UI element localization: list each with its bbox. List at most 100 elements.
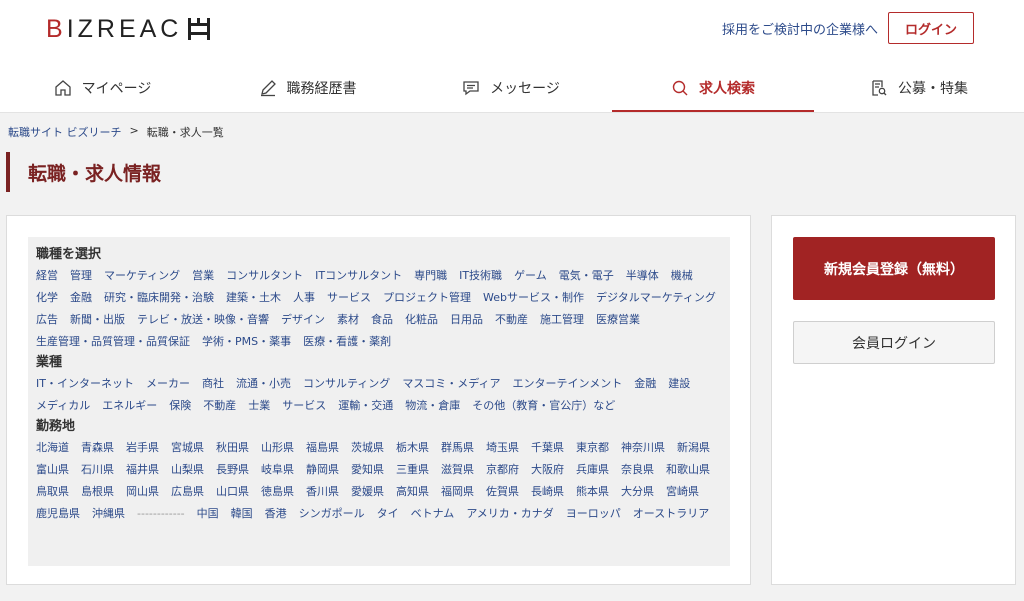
category-link[interactable]: 化粧品 bbox=[405, 309, 438, 331]
category-link[interactable]: 福岡県 bbox=[441, 481, 474, 503]
category-link[interactable]: 宮城県 bbox=[171, 437, 204, 459]
employer-link[interactable]: 採用をご検討中の企業様へ bbox=[722, 19, 878, 38]
category-link[interactable]: 山梨県 bbox=[171, 459, 204, 481]
category-link[interactable]: 大阪府 bbox=[531, 459, 564, 481]
nav-resume[interactable]: 職務経歴書 bbox=[205, 64, 410, 112]
category-link[interactable]: 香港 bbox=[265, 503, 287, 525]
category-link[interactable]: 士業 bbox=[248, 395, 270, 417]
category-link[interactable]: アメリカ・カナダ bbox=[466, 503, 553, 525]
category-link[interactable]: 神奈川県 bbox=[621, 437, 665, 459]
category-link[interactable]: 運輸・交通 bbox=[338, 395, 393, 417]
category-link[interactable]: 経営 bbox=[36, 265, 58, 287]
category-link[interactable]: 福島県 bbox=[306, 437, 339, 459]
category-link[interactable]: 兵庫県 bbox=[576, 459, 609, 481]
category-link[interactable]: 中国 bbox=[197, 503, 219, 525]
category-link[interactable]: 山口県 bbox=[216, 481, 249, 503]
category-link[interactable]: 流通・小売 bbox=[236, 373, 291, 395]
category-link[interactable]: 熊本県 bbox=[576, 481, 609, 503]
category-link[interactable]: その他（教育・官公庁）など bbox=[472, 395, 615, 417]
category-link[interactable]: 愛媛県 bbox=[351, 481, 384, 503]
category-link[interactable]: 東京都 bbox=[576, 437, 609, 459]
category-link[interactable]: エンターテインメント bbox=[513, 373, 623, 395]
category-link[interactable]: 香川県 bbox=[306, 481, 339, 503]
category-link[interactable]: 北海道 bbox=[36, 437, 69, 459]
category-link[interactable]: 学術・PMS・薬事 bbox=[202, 331, 291, 353]
bizreach-logo[interactable]: BIZREAC bbox=[46, 14, 212, 44]
category-link[interactable]: 化学 bbox=[36, 287, 58, 309]
category-link[interactable]: 千葉県 bbox=[531, 437, 564, 459]
category-link[interactable]: シンガポール bbox=[299, 503, 365, 525]
category-link[interactable]: 和歌山県 bbox=[666, 459, 710, 481]
breadcrumb-home-link[interactable]: 転職サイト ビズリーチ bbox=[8, 124, 122, 140]
category-link[interactable]: 山形県 bbox=[261, 437, 294, 459]
category-link[interactable]: 人事 bbox=[293, 287, 315, 309]
category-link[interactable]: 建設 bbox=[668, 373, 690, 395]
category-link[interactable]: 徳島県 bbox=[261, 481, 294, 503]
category-link[interactable]: 営業 bbox=[192, 265, 214, 287]
category-link[interactable]: 電気・電子 bbox=[559, 265, 614, 287]
category-link[interactable]: 栃木県 bbox=[396, 437, 429, 459]
category-link[interactable]: 専門職 bbox=[414, 265, 447, 287]
nav-featured[interactable]: 公募・特集 bbox=[814, 64, 1024, 112]
category-link[interactable]: 京都府 bbox=[486, 459, 519, 481]
category-link[interactable]: 韓国 bbox=[231, 503, 253, 525]
category-link[interactable]: 鳥取県 bbox=[36, 481, 69, 503]
category-link[interactable]: 半導体 bbox=[626, 265, 659, 287]
category-link[interactable]: 機械 bbox=[671, 265, 693, 287]
nav-job-search[interactable]: 求人検索 bbox=[612, 64, 814, 112]
category-link[interactable]: マーケティング bbox=[104, 265, 180, 287]
category-link[interactable]: プロジェクト管理 bbox=[383, 287, 471, 309]
category-link[interactable]: 茨城県 bbox=[351, 437, 384, 459]
category-link[interactable]: 高知県 bbox=[396, 481, 429, 503]
category-link[interactable]: ゲーム bbox=[514, 265, 547, 287]
login-button[interactable]: ログイン bbox=[887, 12, 974, 44]
category-link[interactable]: オーストラリア bbox=[633, 503, 709, 525]
category-link[interactable]: 管理 bbox=[70, 265, 92, 287]
category-link[interactable]: サービス bbox=[327, 287, 371, 309]
category-link[interactable]: 保険 bbox=[169, 395, 191, 417]
category-link[interactable]: 生産管理・品質管理・品質保証 bbox=[36, 331, 190, 353]
category-link[interactable]: 岡山県 bbox=[126, 481, 159, 503]
category-link[interactable]: 商社 bbox=[202, 373, 224, 395]
category-link[interactable]: 医療営業 bbox=[596, 309, 640, 331]
nav-mypage[interactable]: マイページ bbox=[0, 64, 205, 112]
category-link[interactable]: 佐賀県 bbox=[486, 481, 519, 503]
category-link[interactable]: 岐阜県 bbox=[261, 459, 294, 481]
category-link[interactable]: Webサービス・制作 bbox=[483, 287, 584, 309]
category-link[interactable]: 愛知県 bbox=[351, 459, 384, 481]
category-link[interactable]: IT・インターネット bbox=[36, 373, 134, 395]
category-link[interactable]: メーカー bbox=[146, 373, 190, 395]
category-link[interactable]: 石川県 bbox=[81, 459, 114, 481]
category-link[interactable]: ベトナム bbox=[411, 503, 455, 525]
category-link[interactable]: 研究・臨床開発・治験 bbox=[104, 287, 214, 309]
category-link[interactable]: 新聞・出版 bbox=[70, 309, 125, 331]
category-link[interactable]: 建築・土木 bbox=[226, 287, 281, 309]
category-link[interactable]: デザイン bbox=[281, 309, 325, 331]
category-link[interactable]: 日用品 bbox=[450, 309, 483, 331]
category-link[interactable]: エネルギー bbox=[102, 395, 157, 417]
category-link[interactable]: 島根県 bbox=[81, 481, 114, 503]
category-link[interactable]: 富山県 bbox=[36, 459, 69, 481]
category-link[interactable]: 新潟県 bbox=[677, 437, 710, 459]
category-link[interactable]: 物流・倉庫 bbox=[405, 395, 460, 417]
category-link[interactable]: ITコンサルタント bbox=[315, 265, 402, 287]
category-link[interactable]: 青森県 bbox=[81, 437, 114, 459]
category-link[interactable]: 奈良県 bbox=[621, 459, 654, 481]
member-login-button[interactable]: 会員ログイン bbox=[793, 321, 995, 364]
category-link[interactable]: 大分県 bbox=[621, 481, 654, 503]
category-link[interactable]: 群馬県 bbox=[441, 437, 474, 459]
category-link[interactable]: 不動産 bbox=[495, 309, 528, 331]
category-link[interactable]: 長野県 bbox=[216, 459, 249, 481]
category-link[interactable]: 宮崎県 bbox=[666, 481, 699, 503]
category-link[interactable]: 福井県 bbox=[126, 459, 159, 481]
category-link[interactable]: デジタルマーケティング bbox=[596, 287, 716, 309]
category-link[interactable]: ヨーロッパ bbox=[566, 503, 621, 525]
category-link[interactable]: 岩手県 bbox=[126, 437, 159, 459]
nav-message[interactable]: メッセージ bbox=[410, 64, 612, 112]
category-link[interactable]: 金融 bbox=[634, 373, 656, 395]
category-link[interactable]: テレビ・放送・映像・音響 bbox=[137, 309, 269, 331]
category-link[interactable]: サービス bbox=[282, 395, 326, 417]
category-link[interactable]: IT技術職 bbox=[459, 265, 502, 287]
register-button[interactable]: 新規会員登録（無料） bbox=[793, 237, 995, 300]
category-link[interactable]: 広告 bbox=[36, 309, 58, 331]
